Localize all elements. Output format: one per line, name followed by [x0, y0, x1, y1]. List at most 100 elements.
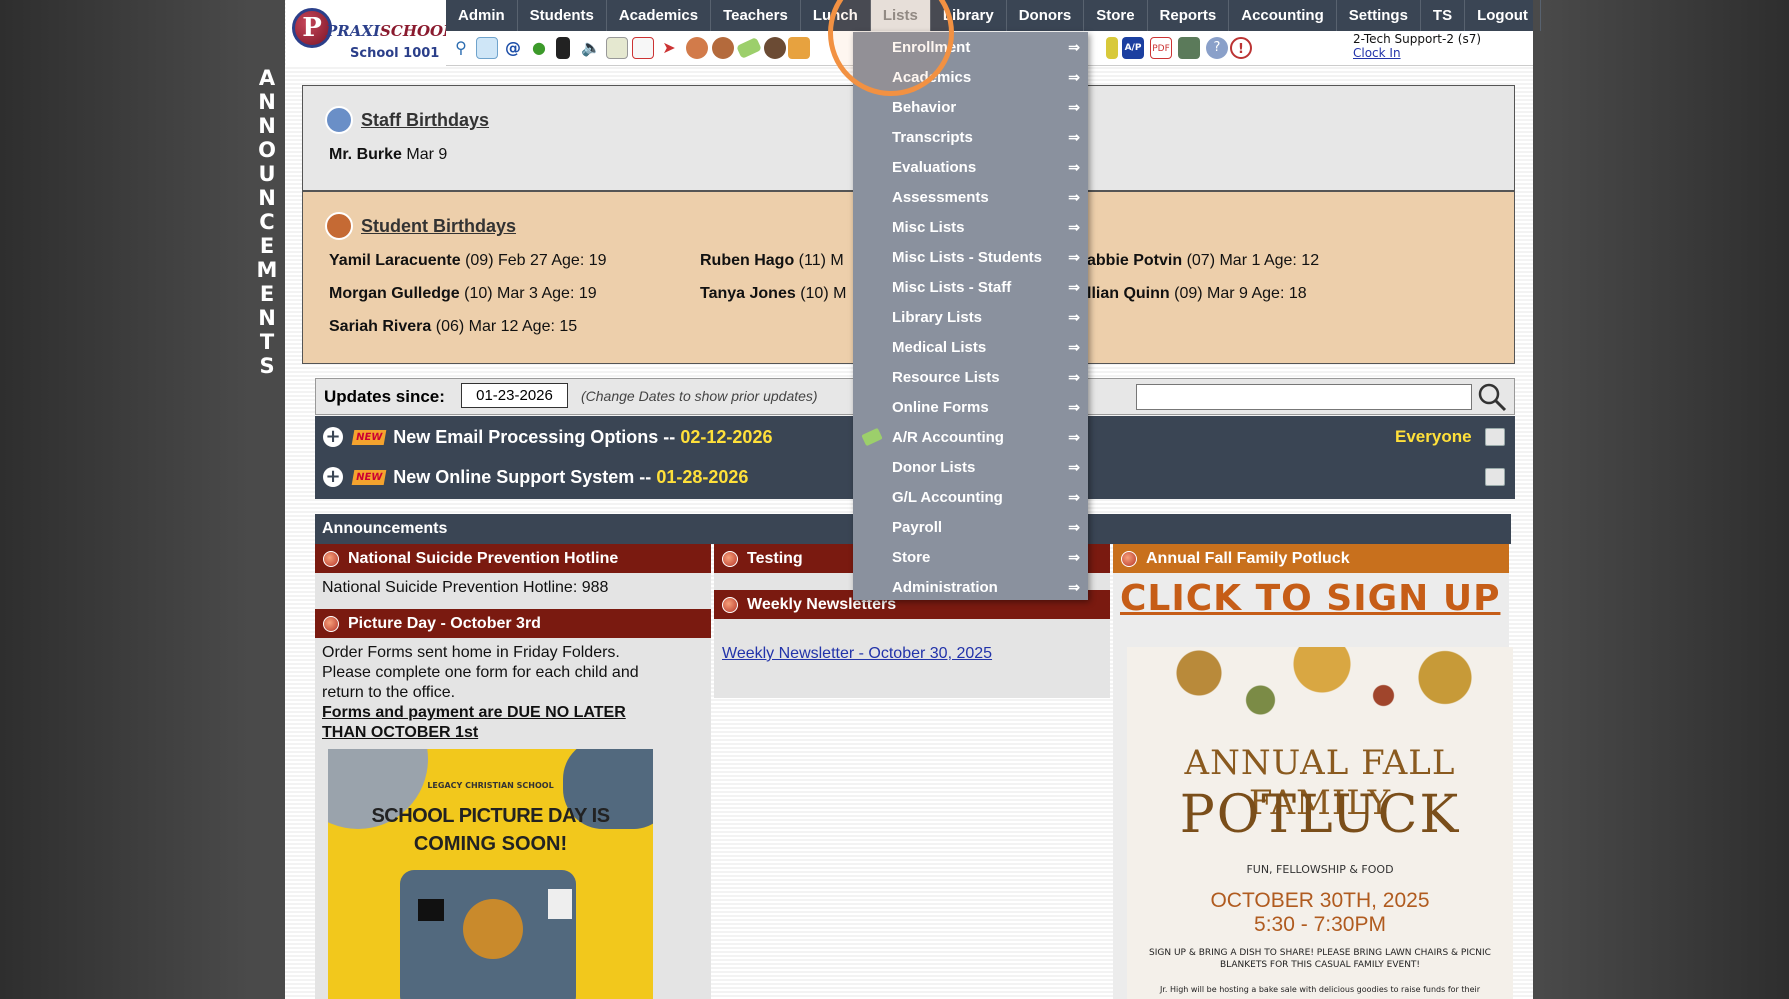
nav-reports[interactable]: Reports	[1148, 0, 1230, 31]
phone-icon[interactable]	[556, 37, 570, 59]
nav-settings[interactable]: Settings	[1337, 0, 1421, 31]
announcement-title[interactable]: National Suicide Prevention Hotline	[315, 544, 711, 573]
nav-accounting[interactable]: Accounting	[1229, 0, 1337, 31]
grid-tool-icon[interactable]	[476, 37, 498, 59]
print-icon[interactable]	[1485, 468, 1505, 486]
potluck-headline-large: POTLUCK	[1179, 785, 1461, 845]
menu-item-administration[interactable]: Administration ⇒	[853, 572, 1088, 602]
banner-letter: O	[258, 138, 276, 162]
menu-item-transcripts[interactable]: Transcripts ⇒	[853, 122, 1088, 152]
nav-store[interactable]: Store	[1084, 0, 1148, 31]
arrow-right-icon: ⇒	[1068, 278, 1080, 295]
sign-up-link[interactable]: CLICK TO SIGN UP	[1120, 578, 1500, 619]
menu-item-store[interactable]: Store ⇒	[853, 542, 1088, 572]
pin-icon	[323, 550, 339, 567]
student-birthday-entry: abbie Potvin (07) Mar 1 Age: 12	[1087, 252, 1320, 269]
user-info: 2-Tech Support-2 (s7) Clock In	[1353, 32, 1481, 60]
lists-tool-icon[interactable]	[788, 37, 810, 59]
menu-item-donor-lists[interactable]: Donor Lists ⇒	[853, 452, 1088, 482]
search-input[interactable]	[1136, 384, 1472, 410]
menu-item-ar-accounting[interactable]: A/R Accounting ⇒	[853, 422, 1088, 452]
announcement-body-line: Order Forms sent home in Friday Folders.	[322, 644, 620, 661]
announcement-title[interactable]: Picture Day - October 3rd	[315, 609, 711, 638]
pdf-icon[interactable]: PDF	[1150, 37, 1172, 59]
menu-item-misc-lists[interactable]: Misc Lists ⇒	[853, 212, 1088, 242]
announcement-body: National Suicide Prevention Hotline: 988	[322, 579, 609, 596]
clock-in-link[interactable]: Clock In	[1353, 46, 1481, 60]
nav-admin[interactable]: Admin	[446, 0, 518, 31]
search-icon[interactable]	[1476, 381, 1508, 413]
update-item[interactable]: + NEW New Online Support System -- 01-28…	[323, 462, 748, 492]
potluck-footnote: Jr. High will be hosting a bake sale wit…	[1159, 985, 1480, 994]
partial-icon[interactable]	[1106, 37, 1118, 59]
person-icon[interactable]	[686, 37, 708, 59]
nav-teachers[interactable]: Teachers	[711, 0, 801, 31]
student-birthday-entry: Ruben Hago (11) M	[700, 252, 844, 269]
speaker-icon[interactable]: 🔈	[580, 37, 602, 59]
menu-item-gl-accounting[interactable]: G/L Accounting ⇒	[853, 482, 1088, 512]
updates-date-input[interactable]: 01-23-2026	[461, 383, 568, 408]
nav-donors[interactable]: Donors	[1007, 0, 1085, 31]
menu-item-assessments[interactable]: Assessments ⇒	[853, 182, 1088, 212]
email-at-icon[interactable]: @	[502, 37, 524, 59]
power-icon[interactable]: !	[1230, 37, 1252, 59]
arrow-right-icon: ⇒	[1068, 458, 1080, 475]
nav-logout[interactable]: Logout	[1465, 0, 1541, 31]
new-badge: NEW	[351, 429, 387, 445]
arrow-right-icon: ⇒	[1068, 548, 1080, 565]
menu-item-evaluations[interactable]: Evaluations ⇒	[853, 152, 1088, 182]
arrow-right-icon: ⇒	[1068, 188, 1080, 205]
update-title[interactable]: New Online Support System --	[393, 467, 651, 488]
newsletter-link[interactable]: Weekly Newsletter - October 30, 2025	[722, 645, 992, 663]
cash-register-icon[interactable]	[1178, 37, 1200, 59]
calendar-icon[interactable]	[632, 37, 654, 59]
student-birthday-entry: Yamil Laracuente (09) Feb 27 Age: 19	[329, 252, 607, 269]
camera-icon	[418, 899, 444, 921]
group-icon[interactable]	[764, 37, 786, 59]
pin-icon	[722, 596, 738, 613]
announcement-title[interactable]: Annual Fall Family Potluck	[1113, 544, 1509, 573]
help-icon[interactable]: ?	[1206, 37, 1228, 59]
banner-letter: C	[259, 210, 275, 234]
ap-icon[interactable]: A/P	[1122, 37, 1144, 59]
banner-letter: M	[256, 258, 278, 282]
lion-mascot-icon	[463, 899, 523, 959]
print-icon[interactable]	[1485, 428, 1505, 446]
updates-since-label: Updates since:	[324, 387, 445, 406]
menu-item-library-lists[interactable]: Library Lists ⇒	[853, 302, 1088, 332]
document-icon[interactable]	[606, 37, 628, 59]
banner-letter: N	[258, 306, 276, 330]
praxischool-logo[interactable]: P PRAXISCHOOL School 1001	[286, 0, 454, 66]
menu-item-payroll[interactable]: Payroll ⇒	[853, 512, 1088, 542]
arrow-right-icon: ⇒	[1068, 38, 1080, 55]
search-tool-icon[interactable]: ⚲	[450, 37, 472, 59]
main-navigation: Admin Students Academics Teachers Lunch …	[446, 0, 1541, 31]
banner-letter: N	[258, 114, 276, 138]
announcement-body-line: return to the office.	[322, 684, 456, 701]
nav-students[interactable]: Students	[518, 0, 607, 31]
expand-plus-icon[interactable]: +	[323, 467, 343, 487]
menu-item-online-forms[interactable]: Online Forms ⇒	[853, 392, 1088, 422]
staff-birthdays-title[interactable]: Staff Birthdays	[361, 110, 489, 131]
menu-item-misc-lists-students[interactable]: Misc Lists - Students ⇒	[853, 242, 1088, 272]
update-item[interactable]: + NEW New Email Processing Options -- 02…	[323, 422, 772, 452]
teacher-icon[interactable]	[712, 37, 734, 59]
studio-light-icon	[548, 889, 572, 919]
menu-item-behavior[interactable]: Behavior ⇒	[853, 92, 1088, 122]
student-birthdays-title[interactable]: Student Birthdays	[361, 216, 516, 237]
nav-academics[interactable]: Academics	[607, 0, 712, 31]
menu-item-resource-lists[interactable]: Resource Lists ⇒	[853, 362, 1088, 392]
update-title[interactable]: New Email Processing Options --	[393, 427, 675, 448]
expand-plus-icon[interactable]: +	[323, 427, 343, 447]
announcement-emphasis-line: THAN OCTOBER 1st	[322, 724, 479, 741]
money-icon[interactable]	[736, 37, 762, 59]
menu-item-misc-lists-staff[interactable]: Misc Lists - Staff ⇒	[853, 272, 1088, 302]
chat-icon[interactable]: ●	[528, 37, 550, 59]
menu-item-medical-lists[interactable]: Medical Lists ⇒	[853, 332, 1088, 362]
arrow-right-icon: ⇒	[1068, 368, 1080, 385]
nav-ts[interactable]: TS	[1421, 0, 1466, 31]
banner-letter: S	[259, 354, 275, 378]
student-birthday-entry: Sariah Rivera (06) Mar 12 Age: 15	[329, 318, 578, 335]
announcement-emphasis-line: Forms and payment are DUE NO LATER	[322, 704, 626, 721]
megaphone-icon[interactable]: ➤	[658, 37, 680, 59]
